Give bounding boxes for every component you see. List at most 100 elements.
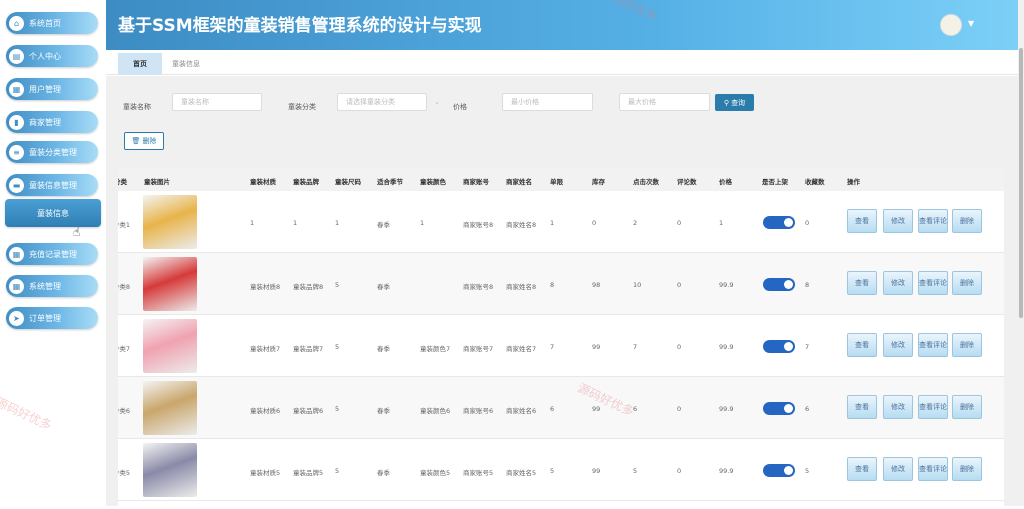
view-button[interactable]: 查看: [847, 333, 877, 357]
batch-delete-label: 删除: [142, 137, 157, 145]
on-sale-toggle[interactable]: [763, 340, 795, 353]
page-scrollbar[interactable]: [1018, 0, 1024, 506]
delete-button[interactable]: 删除: [952, 457, 982, 481]
cell-price: 99.9: [719, 467, 734, 475]
avatar[interactable]: [940, 14, 962, 36]
sidebar-item-6[interactable]: 童装信息: [5, 199, 101, 227]
search-button[interactable]: ⚲ 查询: [715, 94, 754, 111]
cell-limit: 6: [550, 405, 555, 413]
edit-button[interactable]: 修改: [883, 333, 913, 357]
batch-delete-button[interactable]: 🗑 删除: [124, 132, 164, 150]
view-button[interactable]: 查看: [847, 271, 877, 295]
sidebar-item-2[interactable]: ▦ 用户管理: [6, 78, 98, 100]
on-sale-toggle[interactable]: [763, 278, 795, 291]
view-comments-button[interactable]: 查看评论: [918, 457, 948, 481]
app-header: 基于SSM框架的童装销售管理系统的设计与实现 ▼: [106, 0, 1018, 50]
price-filter-label: 价格: [453, 103, 467, 111]
view-button[interactable]: 查看: [847, 457, 877, 481]
category-filter-label: 童装分类: [288, 103, 316, 111]
delete-button[interactable]: 删除: [952, 271, 982, 295]
column-header[interactable]: 童装品牌: [293, 176, 319, 186]
column-header[interactable]: 商家姓名: [506, 176, 532, 186]
column-header[interactable]: 适合季节: [377, 176, 403, 186]
sidebar-item-0[interactable]: ⌂ 系统首页: [6, 12, 98, 34]
column-header[interactable]: 商家账号: [463, 176, 489, 186]
column-header[interactable]: 价格: [719, 176, 732, 186]
caret-down-icon[interactable]: ▼: [968, 19, 974, 28]
category-select[interactable]: 请选择童装分类 ⌄: [337, 93, 440, 111]
max-price-input[interactable]: 最大价格: [619, 93, 710, 111]
table-row[interactable]: 分类1 1 1 1 春季 1 商家账号8 商家姓名8 1 0 2 0 1 0 查看修改查看评论删除: [118, 191, 1004, 253]
table-row[interactable]: 分类7 童装材质7 童装品牌7 5 春季 童装颜色7 商家账号7 商家姓名7 7 99 7 0 99.9…: [118, 315, 1004, 377]
column-header[interactable]: 童装尺码: [335, 176, 361, 186]
column-header[interactable]: 分类: [118, 176, 127, 186]
column-header[interactable]: 童装图片: [144, 176, 170, 186]
grid-icon: ▦: [9, 278, 24, 294]
view-button[interactable]: 查看: [847, 395, 877, 419]
sidebar-item-9[interactable]: ➤ 订单管理: [6, 307, 98, 329]
table-row[interactable]: 分类8 童装材质8 童装品牌8 5 春季 商家账号8 商家姓名8 8 98 10 0 99.9 8 查看修…: [118, 253, 1004, 315]
category-select-placeholder: 请选择童装分类: [346, 98, 395, 106]
search-icon: ⚲: [723, 98, 730, 107]
scrollbar-thumb[interactable]: [1019, 48, 1023, 318]
sidebar-item-1[interactable]: ▤ 个人中心: [6, 45, 98, 67]
view-comments-button[interactable]: 查看评论: [918, 333, 948, 357]
cell-material: 童装材质6: [250, 407, 281, 415]
cell-material: 童装材质7: [250, 345, 281, 353]
delete-button[interactable]: 删除: [952, 209, 982, 233]
cell-merchant-account: 商家账号5: [463, 469, 494, 477]
delete-button[interactable]: 删除: [952, 333, 982, 357]
column-header[interactable]: 操作: [847, 176, 860, 186]
cell-brand: 童装品牌6: [293, 407, 324, 415]
sidebar-item-4[interactable]: ≡ 童装分类管理: [6, 141, 98, 163]
cell-limit: 1: [550, 219, 555, 227]
cell-material: 童装材质5: [250, 469, 281, 477]
cell-merchant-account: 商家账号8: [463, 283, 494, 291]
cell-price: 99.9: [719, 281, 734, 289]
table-row[interactable]: 分类5 童装材质5 童装品牌5 5 春季 童装颜色5 商家账号5 商家姓名5 5 99 5 0 99.9…: [118, 439, 1004, 501]
column-header[interactable]: 单限: [550, 176, 563, 186]
sidebar-item-3[interactable]: ▮ 商家管理: [6, 111, 98, 133]
column-header[interactable]: 点击次数: [633, 176, 659, 186]
cell-category: 分类6: [118, 407, 130, 415]
cell-size: 5: [335, 281, 340, 289]
cell-comments: 0: [677, 405, 682, 413]
view-button[interactable]: 查看: [847, 209, 877, 233]
chevron-down-icon: ⌄: [434, 98, 440, 106]
on-sale-toggle[interactable]: [763, 216, 795, 229]
sidebar-item-label: 系统管理: [29, 281, 61, 291]
min-price-input[interactable]: 最小价格: [502, 93, 593, 111]
edit-button[interactable]: 修改: [883, 271, 913, 295]
sidebar-item-8[interactable]: ▦ 系统管理: [6, 275, 98, 297]
column-header[interactable]: 是否上架: [762, 176, 788, 186]
cell-season: 春季: [377, 221, 390, 229]
delete-button[interactable]: 删除: [952, 395, 982, 419]
sidebar-item-7[interactable]: ▦ 充值记录管理: [6, 243, 98, 265]
column-header[interactable]: 评论数: [677, 176, 697, 186]
column-header[interactable]: 童装颜色: [420, 176, 446, 186]
column-header[interactable]: 库存: [592, 176, 605, 186]
tab-clothing-info[interactable]: 童装信息: [166, 53, 206, 75]
cell-clicks: 7: [633, 343, 638, 351]
edit-button[interactable]: 修改: [883, 209, 913, 233]
column-header[interactable]: 童装材质: [250, 176, 276, 186]
name-filter-input[interactable]: 童装名称: [172, 93, 262, 111]
cell-merchant-name: 商家姓名8: [506, 283, 537, 291]
on-sale-toggle[interactable]: [763, 402, 795, 415]
product-image: [143, 381, 197, 435]
view-comments-button[interactable]: 查看评论: [918, 395, 948, 419]
view-comments-button[interactable]: 查看评论: [918, 271, 948, 295]
main-content: 童装名称 童装名称 童装分类 请选择童装分类 ⌄ 价格 最小价格 最大价格 ⚲ …: [106, 76, 1018, 509]
product-image: [143, 443, 197, 497]
cell-merchant-account: 商家账号6: [463, 407, 494, 415]
table-row[interactable]: 分类6 童装材质6 童装品牌6 5 春季 童装颜色6 商家账号6 商家姓名6 6 99 6 0 99.9…: [118, 377, 1004, 439]
edit-button[interactable]: 修改: [883, 395, 913, 419]
edit-button[interactable]: 修改: [883, 457, 913, 481]
sidebar-item-label: 童装信息: [37, 208, 69, 218]
mouse-cursor-icon: ☝: [73, 225, 81, 239]
on-sale-toggle[interactable]: [763, 464, 795, 477]
view-comments-button[interactable]: 查看评论: [918, 209, 948, 233]
column-header[interactable]: 收藏数: [805, 176, 825, 186]
sidebar-item-5[interactable]: ▬ 童装信息管理: [6, 174, 98, 196]
tab-home[interactable]: 首页: [118, 53, 162, 75]
